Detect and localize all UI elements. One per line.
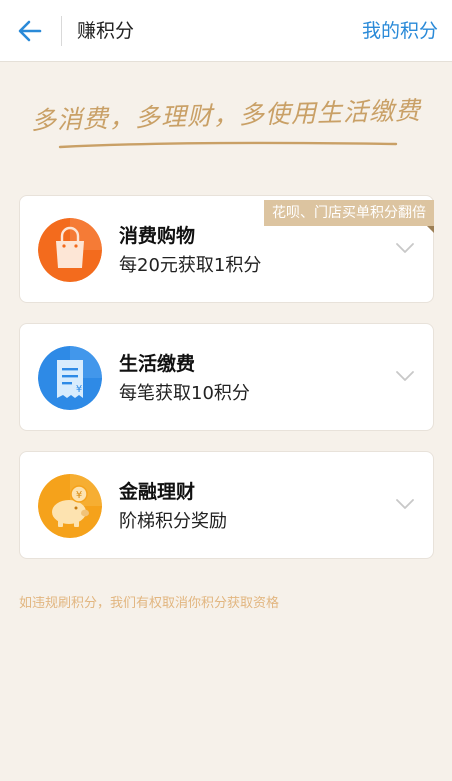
card-bill-payment[interactable]: ¥ 生活缴费 每笔获取10积分 xyxy=(19,323,434,431)
bill-yuan-icon: ¥ xyxy=(38,346,102,410)
card-title: 金融理财 xyxy=(119,481,196,503)
arrow-left-icon xyxy=(18,20,42,42)
card-shopping[interactable]: 消费购物 每20元获取1积分 花呗、门店买单积分翻倍 xyxy=(19,195,434,303)
shopping-bag-icon xyxy=(38,218,102,282)
card-desc: 每笔获取10积分 xyxy=(119,383,250,404)
card-finance[interactable]: ¥ 金融理财 阶梯积分奖励 xyxy=(19,451,434,559)
chevron-down-icon[interactable] xyxy=(395,241,415,255)
chevron-down-icon[interactable] xyxy=(395,369,415,383)
top-bar: 赚积分 我的积分 xyxy=(0,0,452,62)
card-title: 生活缴费 xyxy=(119,353,196,375)
double-points-tag: 花呗、门店买单积分翻倍 xyxy=(264,200,434,226)
piggy-bank-icon: ¥ xyxy=(38,474,102,538)
back-button[interactable] xyxy=(14,16,46,46)
slogan-underline xyxy=(58,141,398,149)
my-points-link[interactable]: 我的积分 xyxy=(362,17,438,45)
card-desc: 每20元获取1积分 xyxy=(119,255,262,276)
chevron-down-icon[interactable] xyxy=(395,497,415,511)
page-title: 赚积分 xyxy=(77,20,135,42)
header-divider xyxy=(61,16,62,46)
svg-text:¥: ¥ xyxy=(76,384,82,395)
tag-fold xyxy=(427,226,434,233)
slogan-text: 多消费，多理财，多使用生活缴费 xyxy=(30,95,422,136)
slogan-banner: 多消费，多理财，多使用生活缴费 xyxy=(0,96,452,149)
card-desc: 阶梯积分奖励 xyxy=(119,511,227,532)
svg-text:¥: ¥ xyxy=(76,490,82,501)
card-title: 消费购物 xyxy=(119,225,196,247)
disclaimer-text: 如违规刷积分，我们有权取消你积分获取资格 xyxy=(19,596,280,611)
